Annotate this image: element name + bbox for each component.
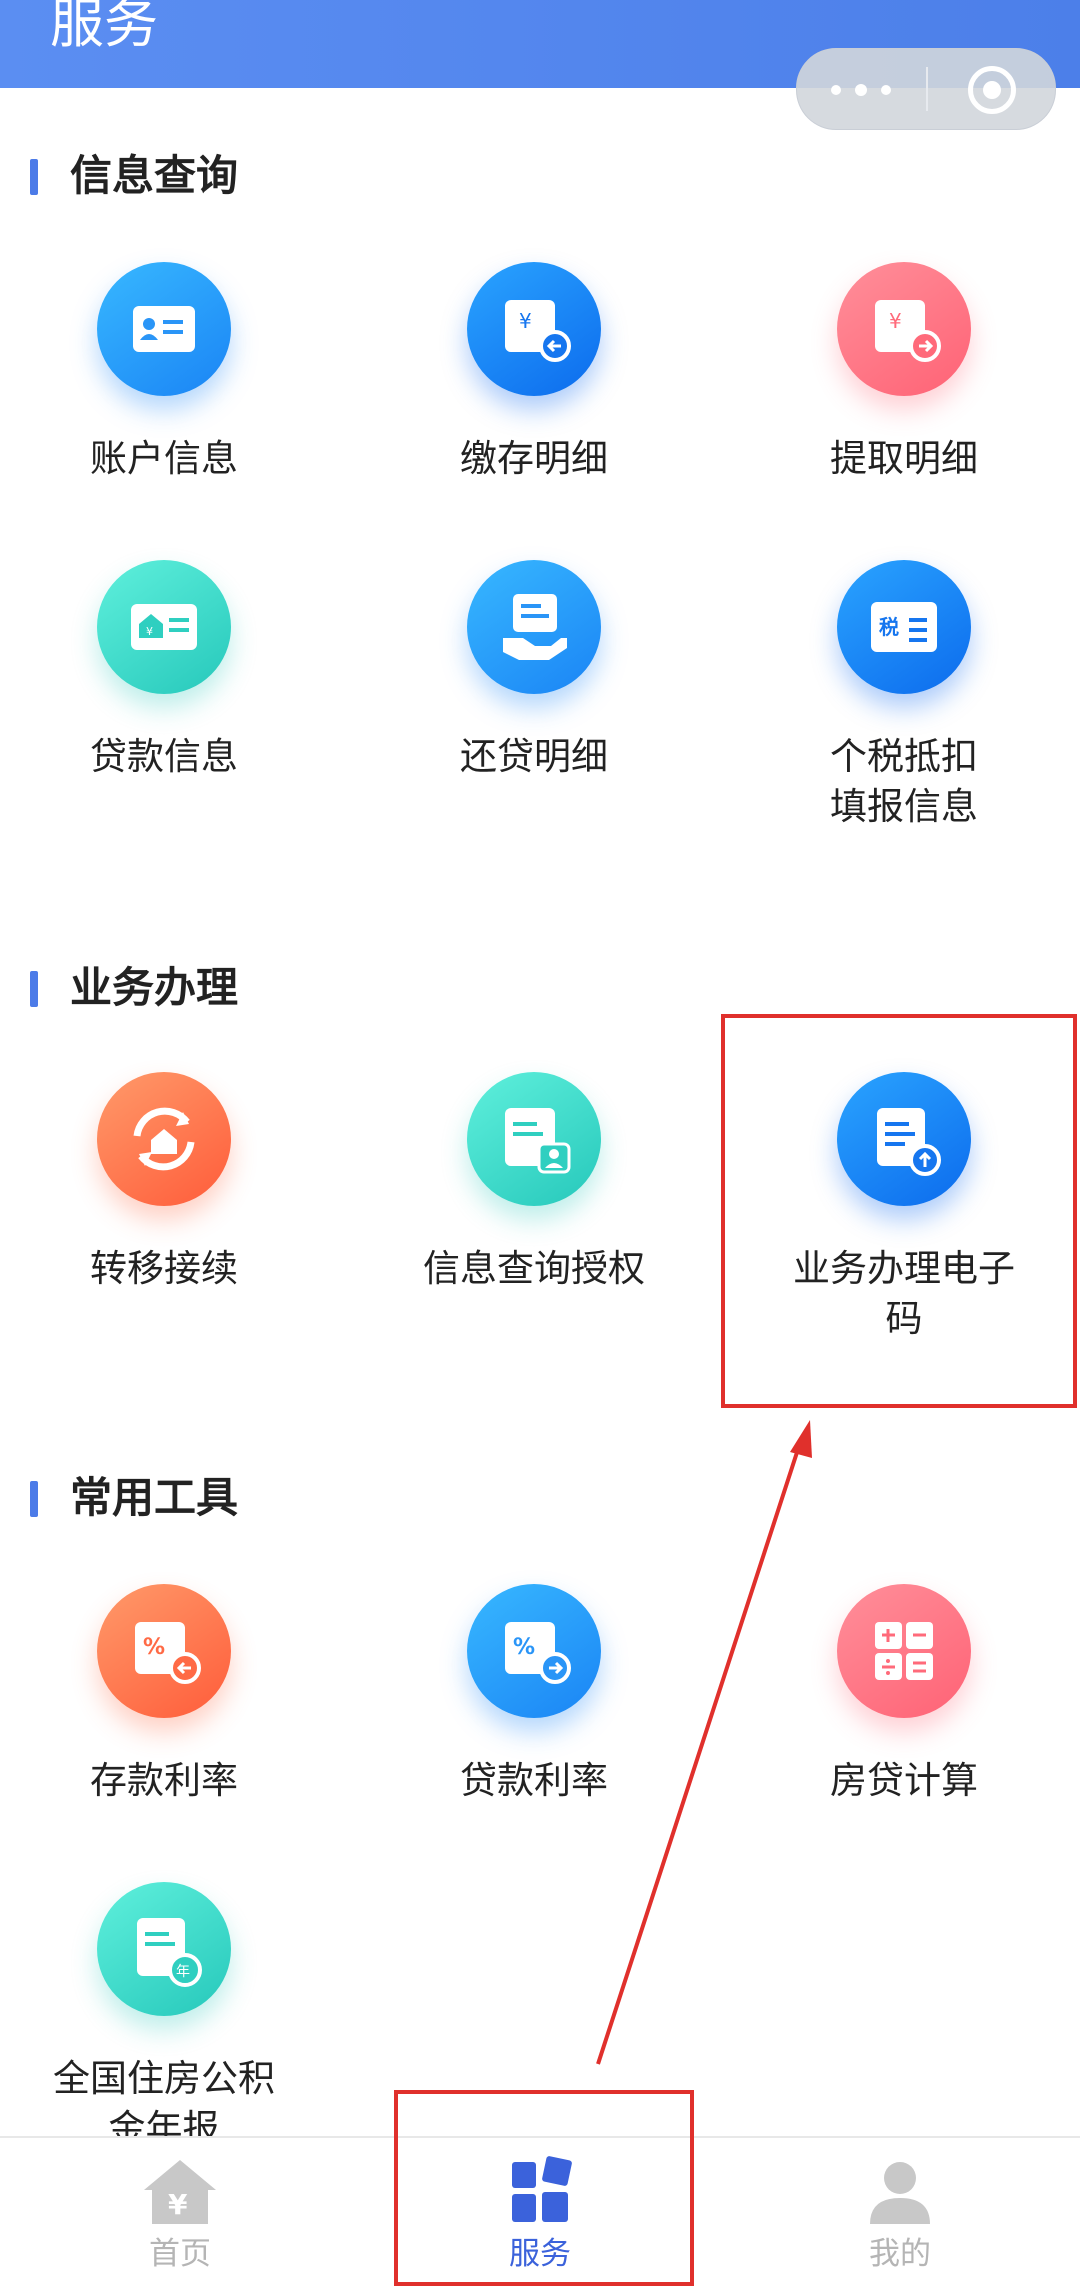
percent-out-icon: % xyxy=(467,1584,601,1718)
more-dots-icon[interactable] xyxy=(797,49,926,129)
tab-label: 我的 xyxy=(869,2236,931,2272)
item-label: 账户信息 xyxy=(90,437,238,480)
miniprogram-capsule xyxy=(796,48,1056,130)
item-label: 存款利率 xyxy=(90,1759,238,1802)
person-icon xyxy=(860,2156,940,2228)
service-item-account-info[interactable]: 账户信息 xyxy=(14,262,314,484)
svg-text:税: 税 xyxy=(879,615,899,639)
svg-text:%: % xyxy=(143,1635,165,1660)
section-marker xyxy=(30,159,38,195)
service-item-loan-rate[interactable]: % 贷款利率 xyxy=(384,1584,684,1806)
item-label: 提取明细 xyxy=(830,437,978,480)
svg-text:年: 年 xyxy=(176,1964,190,1980)
home-yuan-icon: ¥ xyxy=(140,2156,220,2228)
percent-in-icon: % xyxy=(97,1584,231,1718)
service-item-mortgage-calc[interactable]: 房贷计算 xyxy=(754,1584,1054,1806)
tab-label: 首页 xyxy=(149,2236,211,2272)
section-marker xyxy=(30,1481,38,1517)
hand-doc-icon xyxy=(467,560,601,694)
item-label: 贷款信息 xyxy=(90,735,238,778)
item-label: 转移接续 xyxy=(90,1247,238,1290)
item-label: 还贷明细 xyxy=(460,735,608,778)
service-item-loan-info[interactable]: ¥ 贷款信息 xyxy=(14,560,314,782)
page-title: 服务 xyxy=(50,0,158,55)
yuan-doc-out-icon: ¥ xyxy=(837,262,971,396)
svg-text:%: % xyxy=(513,1635,535,1660)
item-label: 信息查询授权 xyxy=(423,1247,645,1290)
svg-text:¥: ¥ xyxy=(168,2188,188,2221)
highlight-box-business-code xyxy=(721,1014,1077,1408)
doc-year-icon: 年 xyxy=(97,1882,231,2016)
service-item-deposit-rate[interactable]: % 存款利率 xyxy=(14,1584,314,1806)
svg-text:¥: ¥ xyxy=(889,309,902,333)
highlight-box-services-tab xyxy=(394,2090,694,2286)
house-transfer-icon xyxy=(97,1072,231,1206)
section-marker xyxy=(30,971,38,1007)
yuan-doc-in-icon: ¥ xyxy=(467,262,601,396)
service-item-tax-deduction[interactable]: 税 个税抵扣 填报信息 xyxy=(754,560,1054,832)
house-card-icon: ¥ xyxy=(97,560,231,694)
doc-person-icon xyxy=(467,1072,601,1206)
id-card-icon xyxy=(97,262,231,396)
service-item-repayment-detail[interactable]: 还贷明细 xyxy=(384,560,684,782)
service-item-annual-report[interactable]: 年 全国住房公积 金年报 xyxy=(14,1882,314,2154)
tab-mine[interactable]: 我的 xyxy=(720,2138,1080,2290)
item-label: 房贷计算 xyxy=(830,1759,978,1802)
service-item-transfer[interactable]: 转移接续 xyxy=(14,1072,314,1294)
service-item-query-authorization[interactable]: 信息查询授权 xyxy=(384,1072,684,1294)
calculator-icon xyxy=(837,1584,971,1718)
svg-text:¥: ¥ xyxy=(146,625,153,638)
service-item-deposit-detail[interactable]: ¥ 缴存明细 xyxy=(384,262,684,484)
item-label: 缴存明细 xyxy=(460,437,608,480)
item-label: 贷款利率 xyxy=(460,1759,608,1802)
target-circle-icon[interactable] xyxy=(928,49,1055,129)
svg-text:¥: ¥ xyxy=(519,309,532,333)
tab-home[interactable]: ¥ 首页 xyxy=(0,2138,360,2290)
tax-card-icon: 税 xyxy=(837,560,971,694)
service-item-withdraw-detail[interactable]: ¥ 提取明细 xyxy=(754,262,1054,484)
item-label: 个税抵扣 填报信息 xyxy=(830,735,978,828)
